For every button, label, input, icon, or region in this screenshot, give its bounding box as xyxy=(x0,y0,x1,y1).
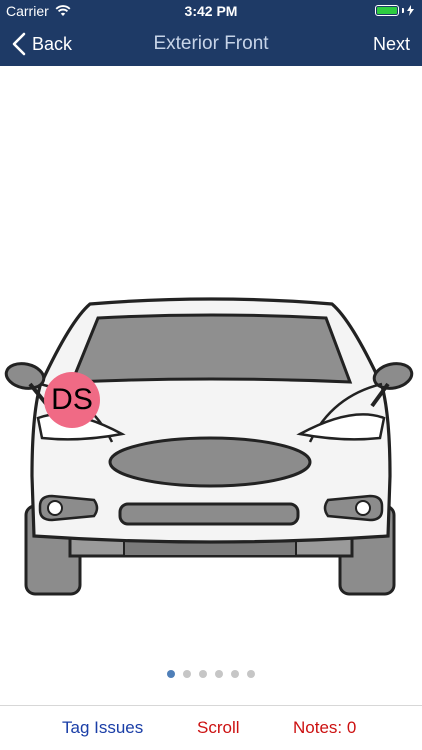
page-dot[interactable] xyxy=(247,670,255,678)
left-mirror xyxy=(4,362,46,390)
status-bar: Carrier 3:42 PM xyxy=(0,0,422,22)
page-dot[interactable] xyxy=(215,670,223,678)
windshield xyxy=(69,313,353,384)
battery-icon xyxy=(375,5,414,16)
tag-issues-button[interactable]: Tag Issues xyxy=(62,706,143,750)
page-indicator xyxy=(0,670,422,678)
page-dot[interactable] xyxy=(231,670,239,678)
page-dot[interactable] xyxy=(167,670,175,678)
page-dot[interactable] xyxy=(199,670,207,678)
front-grille xyxy=(108,436,312,488)
bottom-toolbar: Tag Issues Scroll Notes: 0 xyxy=(0,705,422,750)
damage-tag-label: DS xyxy=(51,383,93,416)
next-button[interactable]: Next xyxy=(373,22,410,66)
top-bar: Carrier 3:42 PM Back Exterior Front Next xyxy=(0,0,422,66)
scroll-button[interactable]: Scroll xyxy=(197,706,240,750)
lower-grille xyxy=(118,502,300,526)
navigation-bar: Back Exterior Front Next xyxy=(0,22,422,66)
charging-bolt-icon xyxy=(407,5,414,16)
status-time: 3:42 PM xyxy=(184,3,238,19)
notes-button[interactable]: Notes: 0 xyxy=(293,706,356,750)
damage-tag-ds[interactable]: DS xyxy=(44,372,100,428)
right-mirror xyxy=(372,362,414,390)
page-dot[interactable] xyxy=(183,670,191,678)
right-fog-light xyxy=(323,494,384,522)
page-title: Exterior Front xyxy=(153,33,269,54)
inspection-view: DS xyxy=(0,66,422,704)
